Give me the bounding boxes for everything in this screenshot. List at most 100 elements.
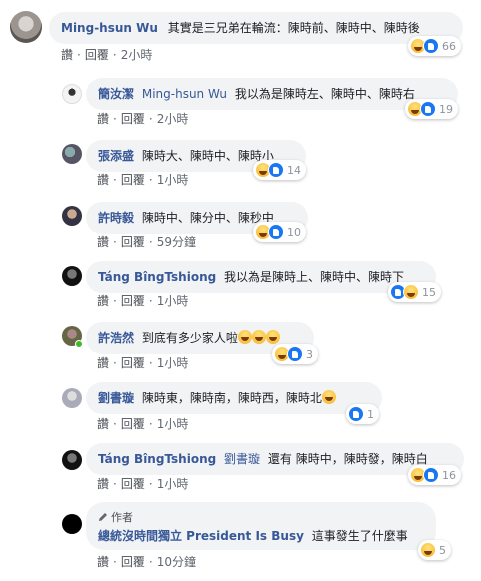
timestamp[interactable]: 1小時 xyxy=(157,294,189,308)
comment-text: 陳時大、陳時中、陳時小 xyxy=(141,149,274,163)
comment-actions: 讚 · 回覆 · 2小時 xyxy=(61,48,153,62)
like-button[interactable]: 讚 xyxy=(97,477,109,491)
reaction-summary[interactable]: 10 xyxy=(253,222,306,242)
laughing-emoji-icon xyxy=(321,390,336,404)
comment-actions: 讚 · 回覆 · 10分鐘 xyxy=(97,555,196,569)
reply-comment: 作者 總統沒時間獨立 President Is Busy 這事發生了什麼事 5 … xyxy=(0,500,481,581)
like-button[interactable]: 讚 xyxy=(97,112,109,126)
comment-actions: 讚 · 回覆 · 1小時 xyxy=(97,417,189,431)
avatar[interactable] xyxy=(62,144,82,164)
reaction-summary[interactable]: 66 xyxy=(408,36,461,56)
timestamp[interactable]: 2小時 xyxy=(121,48,153,62)
reply-comment: Táng BîngTshiong 劉書璇 還有 陳時中，陳時發，陳時白 16 讚… xyxy=(0,440,481,496)
timestamp[interactable]: 2小時 xyxy=(157,112,189,126)
like-reaction-icon xyxy=(348,406,364,422)
comment-author[interactable]: 張添盛 xyxy=(98,149,134,163)
comment-actions: 讚 · 回覆 · 59分鐘 xyxy=(97,235,196,249)
haha-reaction-icon xyxy=(420,542,436,558)
reaction-count: 5 xyxy=(439,543,446,557)
reply-comment: 劉書璇 陳時東，陳時南，陳時西，陳時北 1 讚 · 回覆 · 1小時 xyxy=(0,380,481,436)
reaction-count: 3 xyxy=(306,347,313,361)
comment-text: 這事發生了什麼事 xyxy=(311,529,408,543)
like-reaction-icon xyxy=(420,101,436,117)
main-comment: Ming-hsun Wu 其實是三兄弟在輪流：陳時前、陳時中、陳時後 66 讚 ·… xyxy=(0,0,481,70)
timestamp[interactable]: 59分鐘 xyxy=(157,235,196,249)
like-button[interactable]: 讚 xyxy=(97,555,109,569)
reaction-count: 14 xyxy=(287,163,301,177)
reaction-count: 15 xyxy=(422,285,436,299)
reaction-summary[interactable]: 16 xyxy=(408,465,461,485)
comment-bubble: Táng BîngTshiong 我以為是陳時上、陳時中、陳時下 xyxy=(86,261,436,293)
comment-author[interactable]: 劉書璇 xyxy=(98,391,134,405)
timestamp[interactable]: 1小時 xyxy=(157,356,189,370)
reply-button[interactable]: 回覆 xyxy=(121,173,145,187)
like-button[interactable]: 讚 xyxy=(97,173,109,187)
comment-text: 還有 陳時中，陳時發，陳時白 xyxy=(267,452,428,466)
like-button[interactable]: 讚 xyxy=(97,417,109,431)
timestamp[interactable]: 1小時 xyxy=(157,173,189,187)
avatar[interactable] xyxy=(62,450,82,470)
comment-author[interactable]: Táng BîngTshiong xyxy=(98,452,216,466)
comment-actions: 讚 · 回覆 · 2小時 xyxy=(97,112,189,126)
reply-comment: 張添盛 陳時大、陳時中、陳時小 14 讚 · 回覆 · 1小時 xyxy=(0,136,481,192)
avatar[interactable] xyxy=(62,514,82,534)
reply-button[interactable]: 回覆 xyxy=(121,294,145,308)
online-status-indicator xyxy=(75,340,83,348)
reaction-count: 66 xyxy=(442,39,456,53)
reaction-summary[interactable]: 19 xyxy=(405,99,458,119)
comment-author[interactable]: 許浩然 xyxy=(98,331,134,345)
like-reaction-icon xyxy=(423,38,439,54)
reaction-summary[interactable]: 15 xyxy=(388,282,441,302)
reply-comment: 許浩然 到底有多少家人啦 3 讚 · 回覆 · 1小時 xyxy=(0,318,481,374)
comment-author[interactable]: 簡汝潔 xyxy=(98,87,134,101)
like-button[interactable]: 讚 xyxy=(97,235,109,249)
comment-text: 我以為是陳時左、陳時中、陳時右 xyxy=(234,87,415,101)
like-button[interactable]: 讚 xyxy=(97,356,109,370)
reply-comment: 簡汝潔 Ming-hsun Wu 我以為是陳時左、陳時中、陳時右 19 讚 · 回覆… xyxy=(0,74,481,130)
avatar[interactable] xyxy=(62,388,82,408)
avatar[interactable] xyxy=(62,206,82,226)
reaction-summary[interactable]: 14 xyxy=(253,160,306,180)
timestamp[interactable]: 1小時 xyxy=(157,477,189,491)
avatar[interactable] xyxy=(62,266,82,286)
reply-button[interactable]: 回覆 xyxy=(121,417,145,431)
reply-button[interactable]: 回覆 xyxy=(121,112,145,126)
like-button[interactable]: 讚 xyxy=(61,48,73,62)
laughing-emoji-icon xyxy=(237,330,252,344)
comment-bubble: 作者 總統沒時間獨立 President Is Busy 這事發生了什麼事 xyxy=(86,502,436,550)
reaction-summary[interactable]: 5 xyxy=(418,540,451,560)
reply-button[interactable]: 回覆 xyxy=(85,48,109,62)
comment-actions: 讚 · 回覆 · 1小時 xyxy=(97,173,189,187)
author-badge: 作者 xyxy=(98,510,424,526)
avatar[interactable] xyxy=(62,84,82,104)
reply-button[interactable]: 回覆 xyxy=(121,477,145,491)
mention-tag[interactable]: Ming-hsun Wu xyxy=(142,87,227,101)
reply-button[interactable]: 回覆 xyxy=(121,356,145,370)
comment-text: 陳時中、陳分中、陳秒中 xyxy=(141,211,274,225)
like-button[interactable]: 讚 xyxy=(97,294,109,308)
reply-button[interactable]: 回覆 xyxy=(121,555,145,569)
comment-author[interactable]: Ming-hsun Wu xyxy=(61,21,158,35)
like-reaction-icon xyxy=(287,346,303,362)
avatar[interactable] xyxy=(10,11,42,43)
timestamp[interactable]: 10分鐘 xyxy=(157,555,196,569)
haha-reaction-icon xyxy=(403,284,419,300)
comment-author[interactable]: Táng BîngTshiong xyxy=(98,270,216,284)
comment-text: 我以為是陳時上、陳時中、陳時下 xyxy=(224,270,405,284)
comment-author[interactable]: 許時毅 xyxy=(98,211,134,225)
reaction-summary[interactable]: 1 xyxy=(346,404,379,424)
comment-bubble: Ming-hsun Wu 其實是三兄弟在輪流：陳時前、陳時中、陳時後 xyxy=(49,12,463,44)
reply-comment: 許時毅 陳時中、陳分中、陳秒中 10 讚 · 回覆 · 59分鐘 xyxy=(0,198,481,254)
mention-tag[interactable]: 劉書璇 xyxy=(224,452,260,466)
timestamp[interactable]: 1小時 xyxy=(157,417,189,431)
comment-text: 陳時東，陳時南，陳時西，陳時北 xyxy=(141,391,322,405)
reply-button[interactable]: 回覆 xyxy=(121,235,145,249)
like-reaction-icon xyxy=(268,162,284,178)
reaction-count: 16 xyxy=(442,468,456,482)
reply-comment: Táng BîngTshiong 我以為是陳時上、陳時中、陳時下 15 讚 · 回覆… xyxy=(0,258,481,314)
comment-text: 其實是三兄弟在輪流：陳時前、陳時中、陳時後 xyxy=(167,21,420,35)
comment-author[interactable]: 總統沒時間獨立 President Is Busy xyxy=(98,529,304,543)
comment-actions: 讚 · 回覆 · 1小時 xyxy=(97,356,189,370)
reaction-count: 10 xyxy=(287,225,301,239)
reaction-summary[interactable]: 3 xyxy=(272,344,318,364)
